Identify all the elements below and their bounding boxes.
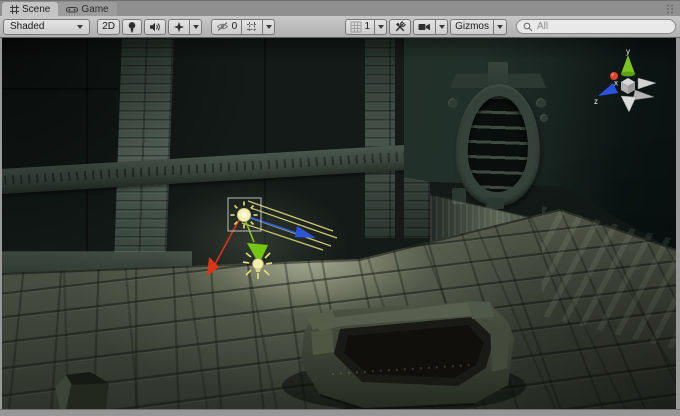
snap-grid-dropdown[interactable] [262, 19, 275, 35]
stone-trough[interactable] [282, 301, 526, 409]
gizmos-dropdown[interactable] [493, 19, 507, 35]
pane-menu-icon[interactable] [665, 4, 675, 14]
snap-grid-toggle[interactable] [241, 19, 263, 35]
scene-overlay: y x z [2, 38, 676, 409]
camera-icon [418, 22, 431, 32]
scene-effects-toggle[interactable] [168, 19, 190, 35]
2d-toggle-button[interactable]: 2D [97, 19, 120, 35]
axis-label-x: x [614, 79, 618, 88]
axis-cube[interactable] [621, 78, 635, 94]
snap-grid-icon [246, 21, 258, 33]
axis-cone-gray[interactable] [633, 90, 654, 100]
draw-mode-dropdown[interactable]: Shaded [3, 19, 90, 35]
tab-game-label: Game [81, 4, 108, 15]
chevron-down-icon [193, 25, 199, 29]
grid-opacity-value: 1 [365, 21, 371, 32]
effects-group [168, 19, 202, 35]
scene-grid-icon [10, 5, 19, 14]
scene-toolbar: Shaded 2D [0, 16, 680, 38]
tab-scene[interactable]: Scene [2, 2, 58, 16]
visibility-grid-group: 0 [211, 19, 276, 35]
chevron-down-icon [378, 25, 384, 29]
move-tool-x-axis[interactable] [207, 218, 240, 276]
search-input[interactable] [537, 21, 669, 32]
effects-dropdown[interactable] [189, 19, 202, 35]
lightbulb-icon [127, 21, 137, 33]
effects-icon [173, 21, 185, 33]
audio-speaker-icon [149, 21, 161, 33]
hidden-count: 0 [232, 21, 238, 32]
gizmos-group: Gizmos [450, 19, 507, 35]
axis-label-y: y [626, 47, 630, 56]
grid-dropdown[interactable] [374, 19, 387, 35]
grid-visibility-button[interactable]: 1 [345, 19, 376, 35]
axis-orientation-gizmo[interactable]: y x z [594, 47, 656, 112]
scene-audio-toggle[interactable] [144, 19, 166, 35]
editor-tools-button[interactable] [389, 19, 411, 35]
move-tool-y-axis[interactable] [244, 217, 268, 264]
scene-viewport[interactable]: y x z [2, 38, 676, 409]
tab-scene-label: Scene [22, 4, 50, 15]
axis-cone-gray[interactable] [621, 96, 636, 112]
scene-search-field[interactable] [516, 19, 676, 34]
grid-visibility-group: 1 [345, 19, 388, 35]
chevron-down-icon [77, 25, 83, 29]
tab-game[interactable]: Game [58, 2, 116, 16]
scene-camera-button[interactable] [413, 19, 436, 35]
2d-label: 2D [102, 21, 115, 32]
chevron-down-icon [266, 25, 272, 29]
axis-cone-gray[interactable] [638, 78, 656, 89]
gizmos-label: Gizmos [455, 21, 489, 32]
wall-floor-junction [2, 210, 676, 274]
gamepad-icon [66, 5, 78, 14]
search-icon [523, 22, 533, 32]
camera-group [413, 19, 448, 35]
unity-scene-view-window: Scene Game Shaded 2D [0, 0, 680, 416]
chevron-down-icon [497, 25, 503, 29]
chevron-down-icon [439, 25, 445, 29]
stone-prop[interactable] [55, 372, 109, 409]
window-bottom-frame [0, 409, 680, 416]
camera-dropdown[interactable] [435, 19, 448, 35]
directional-light-gizmo[interactable] [228, 198, 261, 231]
gizmos-button[interactable]: Gizmos [450, 19, 494, 35]
eye-hidden-icon [216, 21, 229, 32]
tab-bar: Scene Game [0, 1, 680, 16]
directional-light-rays [242, 201, 337, 250]
tools-icon [394, 21, 406, 33]
grid-faded-icon [350, 21, 362, 33]
draw-mode-label: Shaded [10, 21, 44, 32]
axis-label-z: z [594, 97, 598, 106]
scene-visibility-toggle[interactable]: 0 [211, 19, 243, 35]
axis-cone-y[interactable] [621, 55, 635, 74]
scene-lighting-toggle[interactable] [122, 19, 142, 35]
